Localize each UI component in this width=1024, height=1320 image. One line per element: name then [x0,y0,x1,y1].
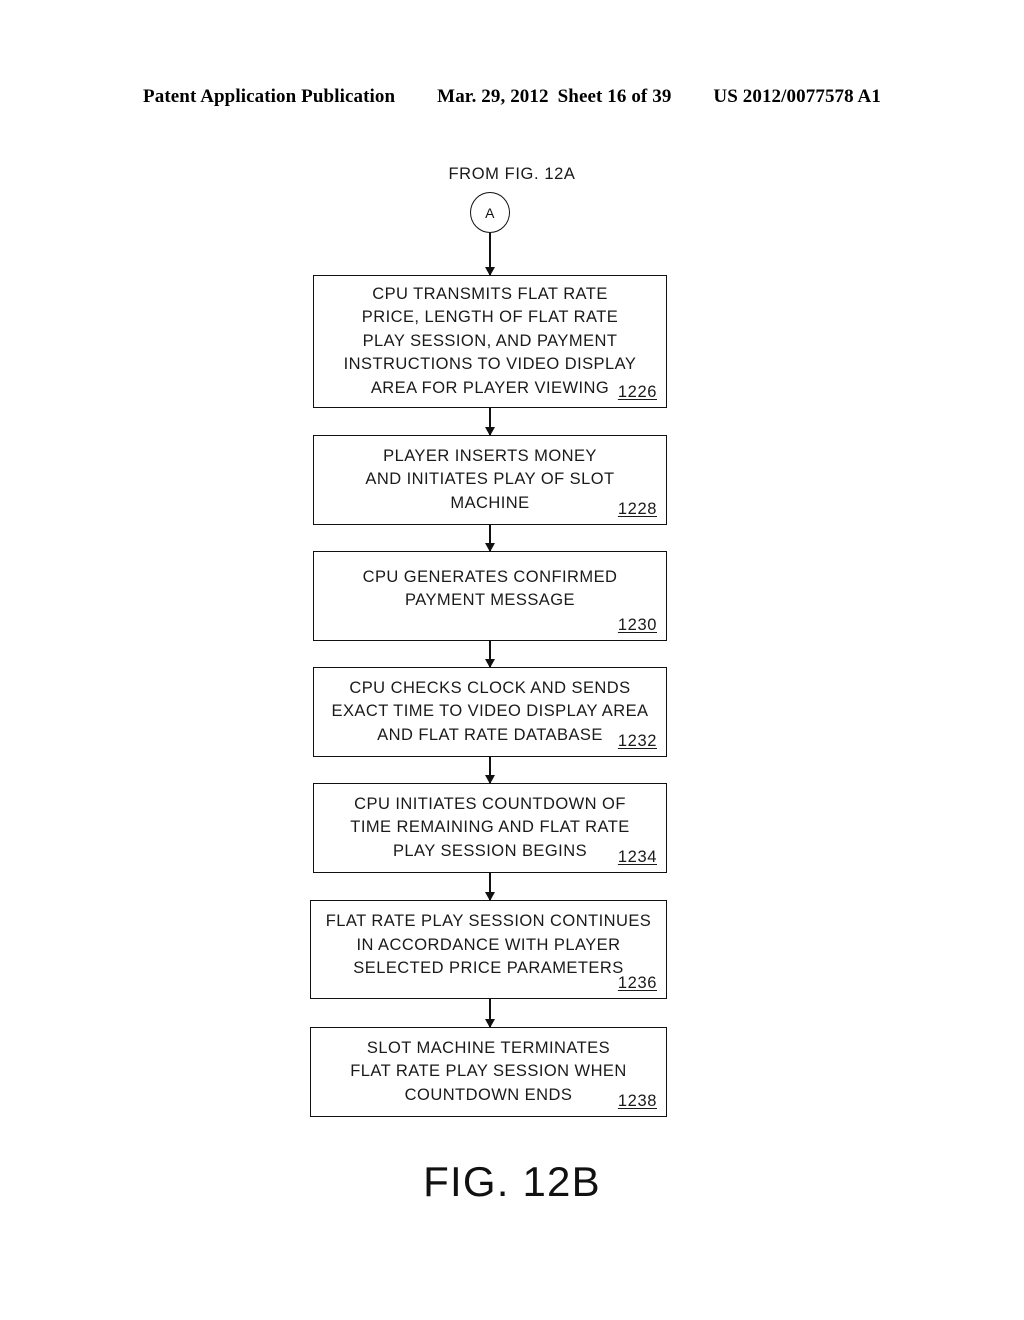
reference-numeral-1226: 1226 [617,383,657,401]
process-box-1238-text: SLOT MACHINE TERMINATES FLAT RATE PLAY S… [350,1038,627,1104]
process-box-1230: CPU GENERATES CONFIRMED PAYMENT MESSAGE … [313,551,667,641]
process-box-1238: SLOT MACHINE TERMINATES FLAT RATE PLAY S… [310,1027,667,1117]
flowchart-diagram: FROM FIG. 12A A CPU TRANSMITS FLAT RATE … [0,0,1024,1320]
arrow-1230-to-1232 [489,641,491,667]
process-box-1230-text: CPU GENERATES CONFIRMED PAYMENT MESSAGE [362,567,618,609]
reference-numeral-1228: 1228 [617,500,657,518]
reference-numeral-1238: 1238 [617,1092,657,1110]
connector-circle-letter: A [485,204,495,221]
reference-numeral-1236: 1236 [617,974,657,992]
arrow-a-to-1226 [489,233,491,275]
process-box-1232-text: CPU CHECKS CLOCK AND SENDS EXACT TIME TO… [331,678,649,744]
arrow-1228-to-1230 [489,525,491,551]
reference-numeral-1234: 1234 [617,848,657,866]
process-box-1234: CPU INITIATES COUNTDOWN OF TIME REMAININ… [313,783,667,873]
connector-circle-a: A [470,192,510,233]
reference-numeral-1230: 1230 [617,616,657,634]
arrow-1232-to-1234 [489,757,491,783]
process-box-1228: PLAYER INSERTS MONEY AND INITIATES PLAY … [313,435,667,525]
process-box-1236: FLAT RATE PLAY SESSION CONTINUES IN ACCO… [310,900,667,999]
arrow-1234-to-1236 [489,873,491,900]
process-box-1232: CPU CHECKS CLOCK AND SENDS EXACT TIME TO… [313,667,667,757]
process-box-1236-text: FLAT RATE PLAY SESSION CONTINUES IN ACCO… [325,912,652,978]
process-box-1228-text: PLAYER INSERTS MONEY AND INITIATES PLAY … [365,446,615,512]
entry-point-label: FROM FIG. 12A [448,165,576,183]
arrow-1236-to-1238 [489,999,491,1027]
process-box-1234-text: CPU INITIATES COUNTDOWN OF TIME REMAININ… [350,794,630,860]
process-box-1226-text: CPU TRANSMITS FLAT RATE PRICE, LENGTH OF… [343,284,637,397]
figure-caption: FIG. 12B [423,1158,601,1205]
process-box-1226: CPU TRANSMITS FLAT RATE PRICE, LENGTH OF… [313,275,667,408]
arrow-1226-to-1228 [489,408,491,435]
reference-numeral-1232: 1232 [617,732,657,750]
